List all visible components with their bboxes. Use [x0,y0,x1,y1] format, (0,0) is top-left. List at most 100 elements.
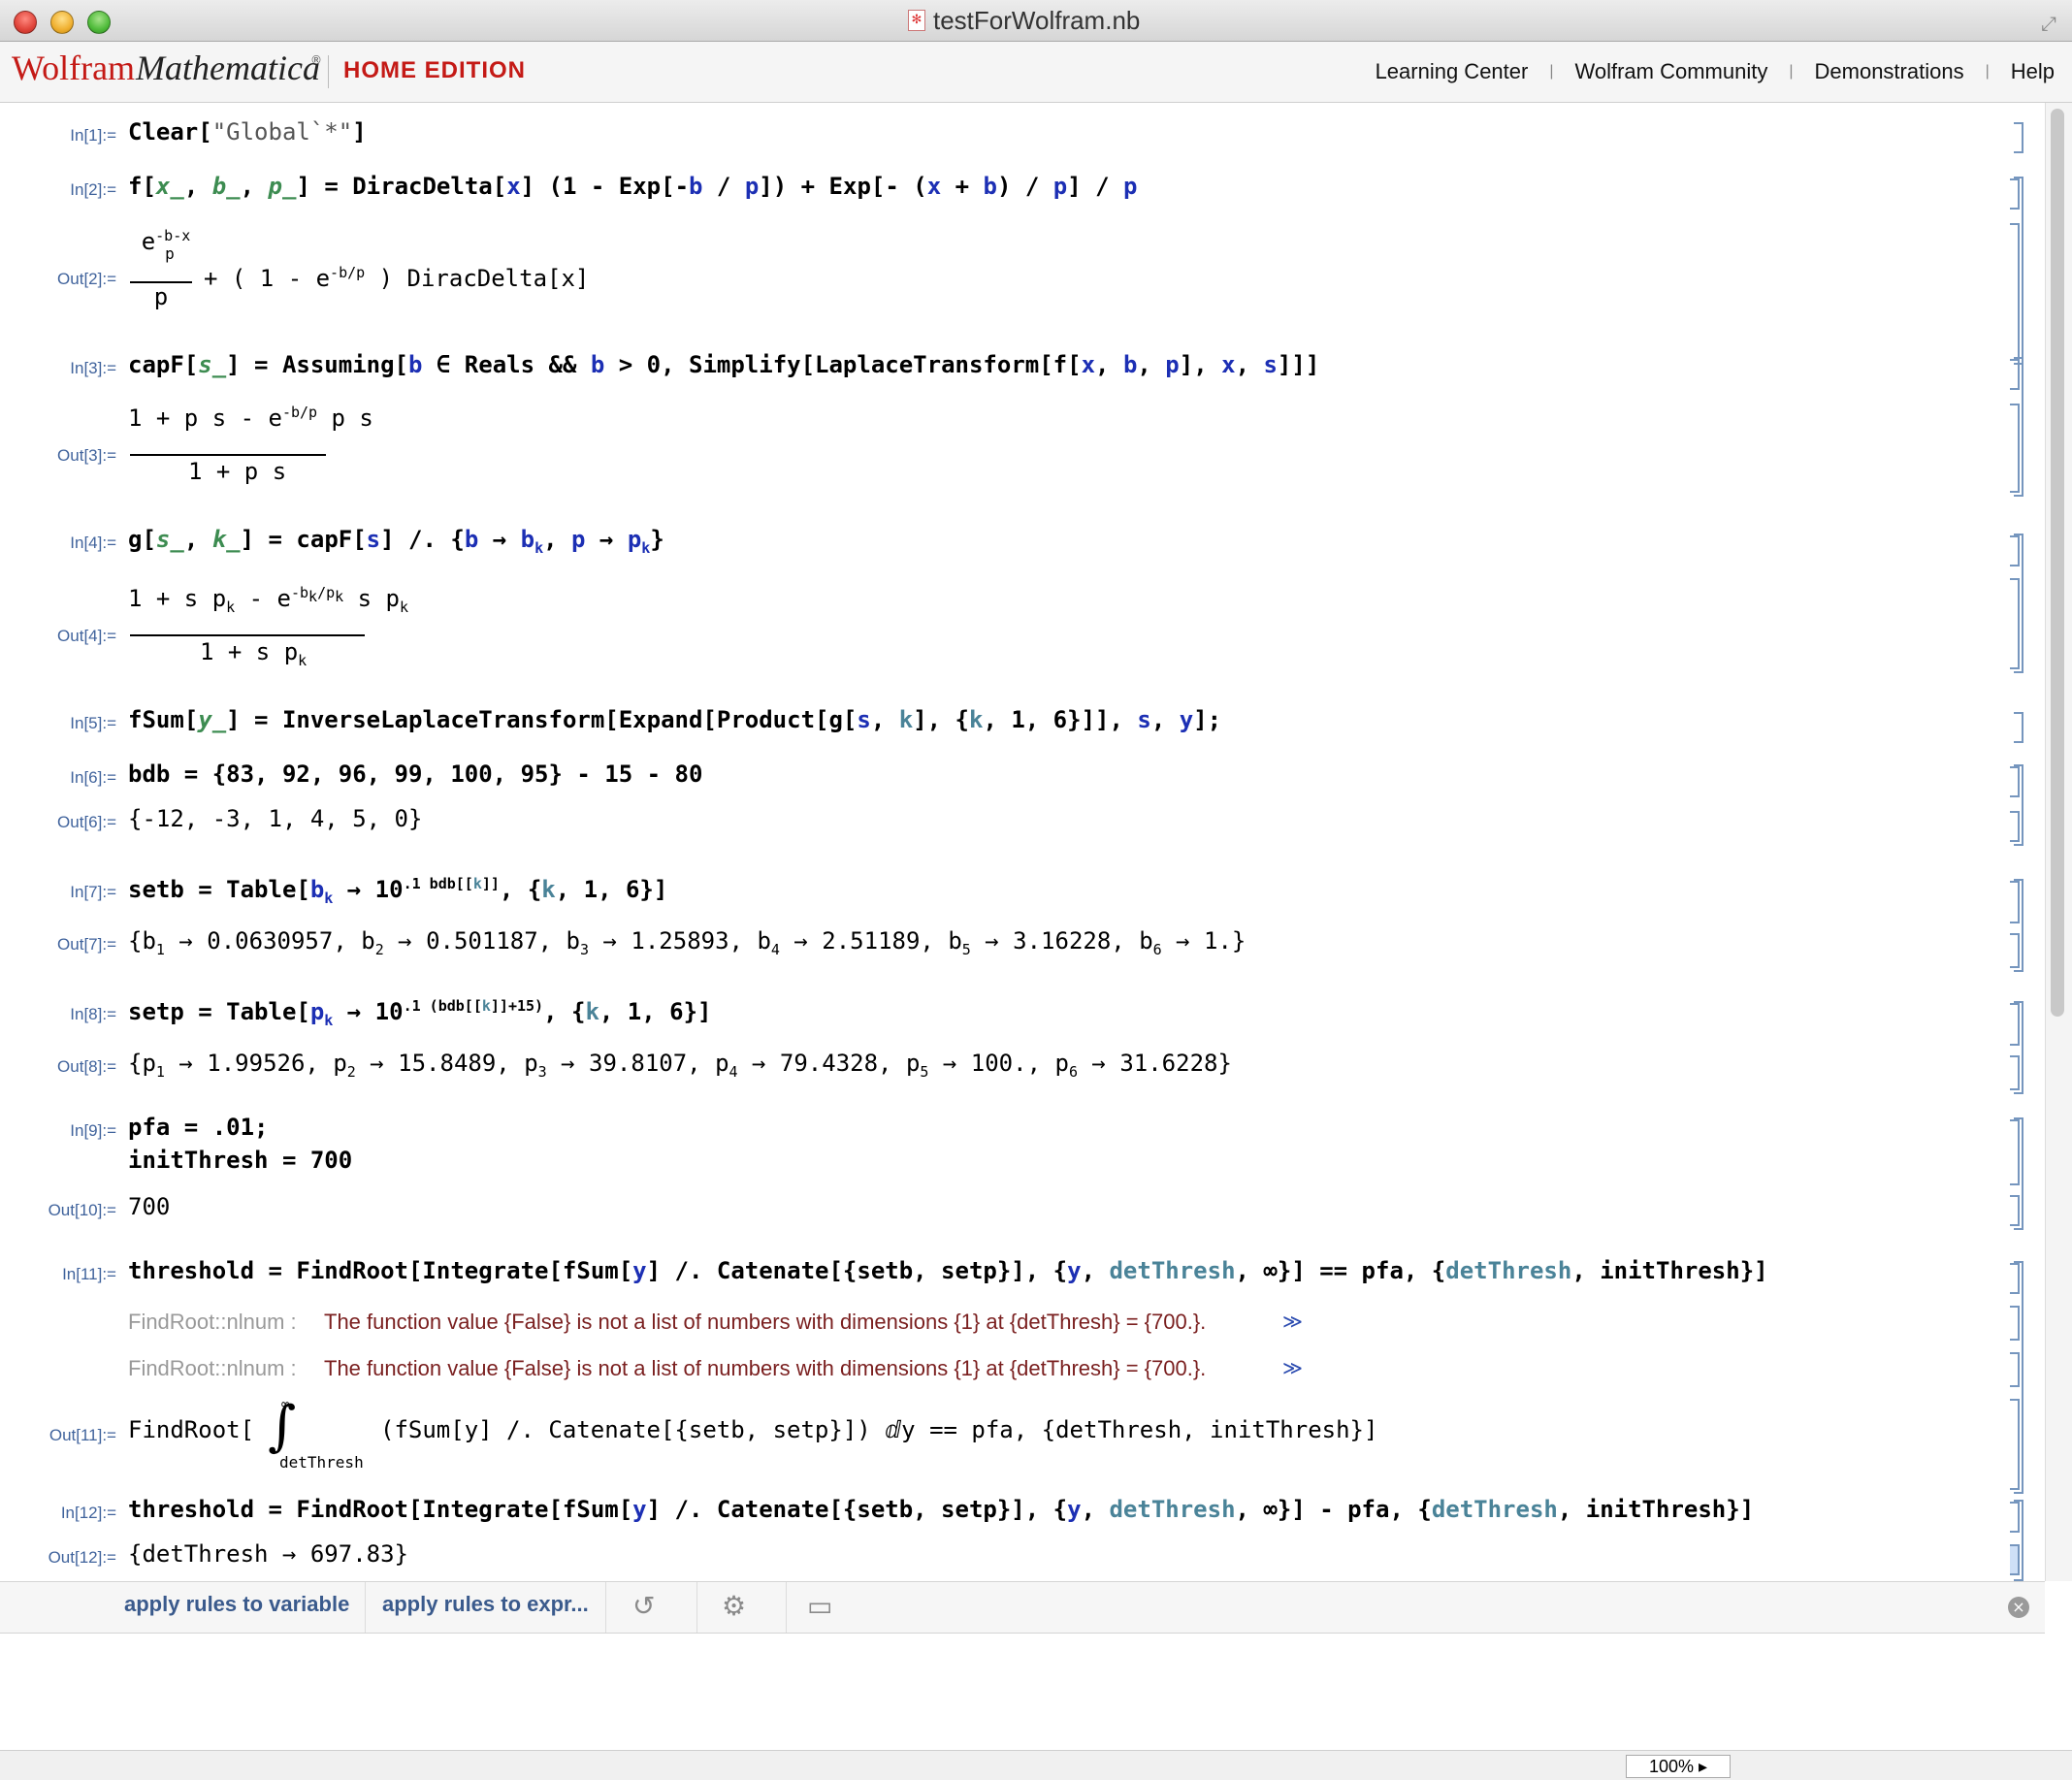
cell-bracket[interactable] [2010,881,2020,923]
cell-bracket[interactable] [2010,1055,2020,1090]
notebook-area[interactable]: In[1]:= Clear["Global`*"] In[2]:= f[x_, … [0,103,2045,1581]
input-cell-5[interactable]: fSum[y_] = InverseLaplaceTransform[Expan… [128,706,1221,733]
cell-label-out11: Out[11]:= [49,1426,116,1444]
output-cell-12: {detThresh → 697.83} [128,1540,408,1568]
cell-bracket[interactable] [2010,1195,2020,1226]
gear-icon[interactable]: ⚙ [722,1590,746,1622]
brand-mathematica: Mathematica [136,49,320,87]
cell-label-in6: In[6]:= [70,768,116,787]
input-cell-3[interactable]: capF[s_] = Assuming[b ∈ Reals && b > 0, … [128,351,1319,378]
cell-label-out3: Out[3]:= [57,446,116,465]
message-name-2: FindRoot::nlnum : [128,1356,297,1380]
input-cell-12[interactable]: threshold = FindRoot[Integrate[fSum[y] /… [128,1496,1754,1523]
input-cell-2[interactable]: f[x_, b_, p_] = DiracDelta[x] (1 - Exp[-… [128,173,1137,200]
title-bar: ✻ testForWolfram.nb ⤢ [0,0,2072,42]
cell-bracket[interactable] [2010,933,2020,968]
vertical-scrollbar-thumb[interactable] [2051,109,2064,1017]
cell-label-out2: Out[2]:= [57,270,116,288]
minimize-window-button[interactable] [50,11,74,34]
status-bar: 100% ▸ [0,1750,2072,1780]
suggestion-divider [605,1582,606,1633]
cell-bracket[interactable] [2010,178,2020,210]
link-help[interactable]: Help [2011,59,2055,84]
cell-label-in2: In[2]:= [70,180,116,199]
input-cell-1[interactable]: Clear["Global`*"] [128,118,367,146]
cell-bracket[interactable] [2010,811,2020,842]
suggestion-divider [696,1582,697,1633]
window-title: testForWolfram.nb [933,6,1141,35]
cell-bracket[interactable] [2010,1352,2020,1387]
cell-label-in5: In[5]:= [70,714,116,732]
cell-label-out4: Out[4]:= [57,627,116,645]
cell-bracket[interactable] [2010,404,2020,493]
link-separator: | [1985,63,1990,80]
output-cell-6: {-12, -3, 1, 4, 5, 0} [128,805,423,832]
output-cell-8: {p1 → 1.99526, p2 → 15.8489, p3 → 39.810… [128,1050,1232,1081]
zoom-level: 100% [1648,1757,1694,1776]
cell-label-in9: In[9]:= [70,1121,116,1140]
cell-bracket[interactable] [2010,1306,2020,1341]
brand-edition: HOME EDITION [343,57,527,83]
input-cell-4[interactable]: g[s_, k_] = capF[s] /. {b → bk, p → pk} [128,526,664,557]
input-cell-11[interactable]: threshold = FindRoot[Integrate[fSum[y] /… [128,1257,1768,1284]
cell-bracket[interactable] [2010,1003,2020,1046]
zoom-window-button[interactable] [87,11,111,34]
cell-bracket[interactable] [2010,1399,2020,1490]
cell-label-in1: In[1]:= [70,126,116,145]
link-demonstrations[interactable]: Demonstrations [1815,59,1964,84]
cell-bracket[interactable] [2014,122,2023,153]
cell-bracket[interactable] [2010,1502,2020,1533]
brand-bar: Wolfram Mathematica ® HOME EDITION Learn… [0,42,2072,103]
cell-bracket[interactable] [2010,1119,2020,1185]
input-cell-8[interactable]: setp = Table[pk → 10.1 (bdb[[k]]+15), {k… [128,997,711,1029]
cell-bracket[interactable] [2010,535,2020,566]
message-name-1: FindRoot::nlnum : [128,1310,297,1334]
message-more-link-1[interactable]: ≫ [1282,1310,1303,1334]
fullscreen-icon[interactable]: ⤢ [2041,12,2056,35]
message-text-2: The function value {False} is not a list… [324,1356,1207,1380]
suggestion-apply-rules-to-variable[interactable]: apply rules to variable [124,1592,349,1617]
link-learning-center[interactable]: Learning Center [1376,59,1529,84]
cell-label-in8: In[8]:= [70,1005,116,1023]
cell-label-in7: In[7]:= [70,883,116,901]
cell-bracket[interactable] [2010,1263,2020,1294]
undo-suggestion-icon[interactable]: ↺ [632,1590,655,1622]
brand-wolfram: Wolfram [12,49,136,87]
brand-divider [328,55,329,88]
link-separator: | [1789,63,1794,80]
input-cell-7[interactable]: setb = Table[bk → 10.1 bdb[[k]], {k, 1, … [128,875,667,907]
suggestions-bar: apply rules to variable apply rules to e… [0,1581,2045,1634]
zoom-menu[interactable]: 100% ▸ [1626,1755,1731,1778]
input-cell-9-line2[interactable]: initThresh = 700 [128,1147,352,1174]
top-links: Learning Center | Wolfram Community | De… [1376,59,2055,84]
suggestion-apply-rules-to-expr[interactable]: apply rules to expr... [382,1592,589,1617]
message-more-link-2[interactable]: ≫ [1282,1356,1303,1380]
link-wolfram-community[interactable]: Wolfram Community [1575,59,1768,84]
cell-bracket[interactable] [2010,223,2020,361]
speech-bubble-icon[interactable]: ▭ [807,1590,832,1622]
cell-label-out6: Out[6]:= [57,813,116,831]
cell-bracket[interactable] [2014,712,2023,743]
input-cell-9-line1[interactable]: pfa = .01; [128,1114,269,1141]
suggestion-divider [786,1582,787,1633]
output-cell-10: 700 [128,1193,171,1220]
link-separator: | [1549,63,1554,80]
cell-label-out10: Out[10]:= [48,1201,116,1219]
cell-bracket-selected[interactable] [2010,1544,2020,1575]
registered-mark: ® [310,53,322,67]
message-text-1: The function value {False} is not a list… [324,1310,1207,1334]
output-cell-7: {b1 → 0.0630957, b2 → 0.501187, b3 → 1.2… [128,927,1246,958]
cell-label-in3: In[3]:= [70,359,116,377]
cell-label-in12: In[12]:= [60,1504,116,1522]
cell-bracket[interactable] [2010,578,2020,669]
close-window-button[interactable] [14,11,37,34]
input-cell-6[interactable]: bdb = {83, 92, 96, 99, 100, 95} - 15 - 8… [128,761,702,788]
cell-label-in11: In[11]:= [62,1265,116,1283]
cell-label-out7: Out[7]:= [57,935,116,954]
close-suggestions-icon[interactable]: × [2008,1597,2029,1618]
cell-bracket[interactable] [2010,766,2020,797]
notebook-document-icon: ✻ [908,10,925,31]
cell-label-out12: Out[12]:= [48,1548,116,1567]
cell-label-in4: In[4]:= [70,534,116,552]
cell-bracket[interactable] [2010,359,2020,390]
